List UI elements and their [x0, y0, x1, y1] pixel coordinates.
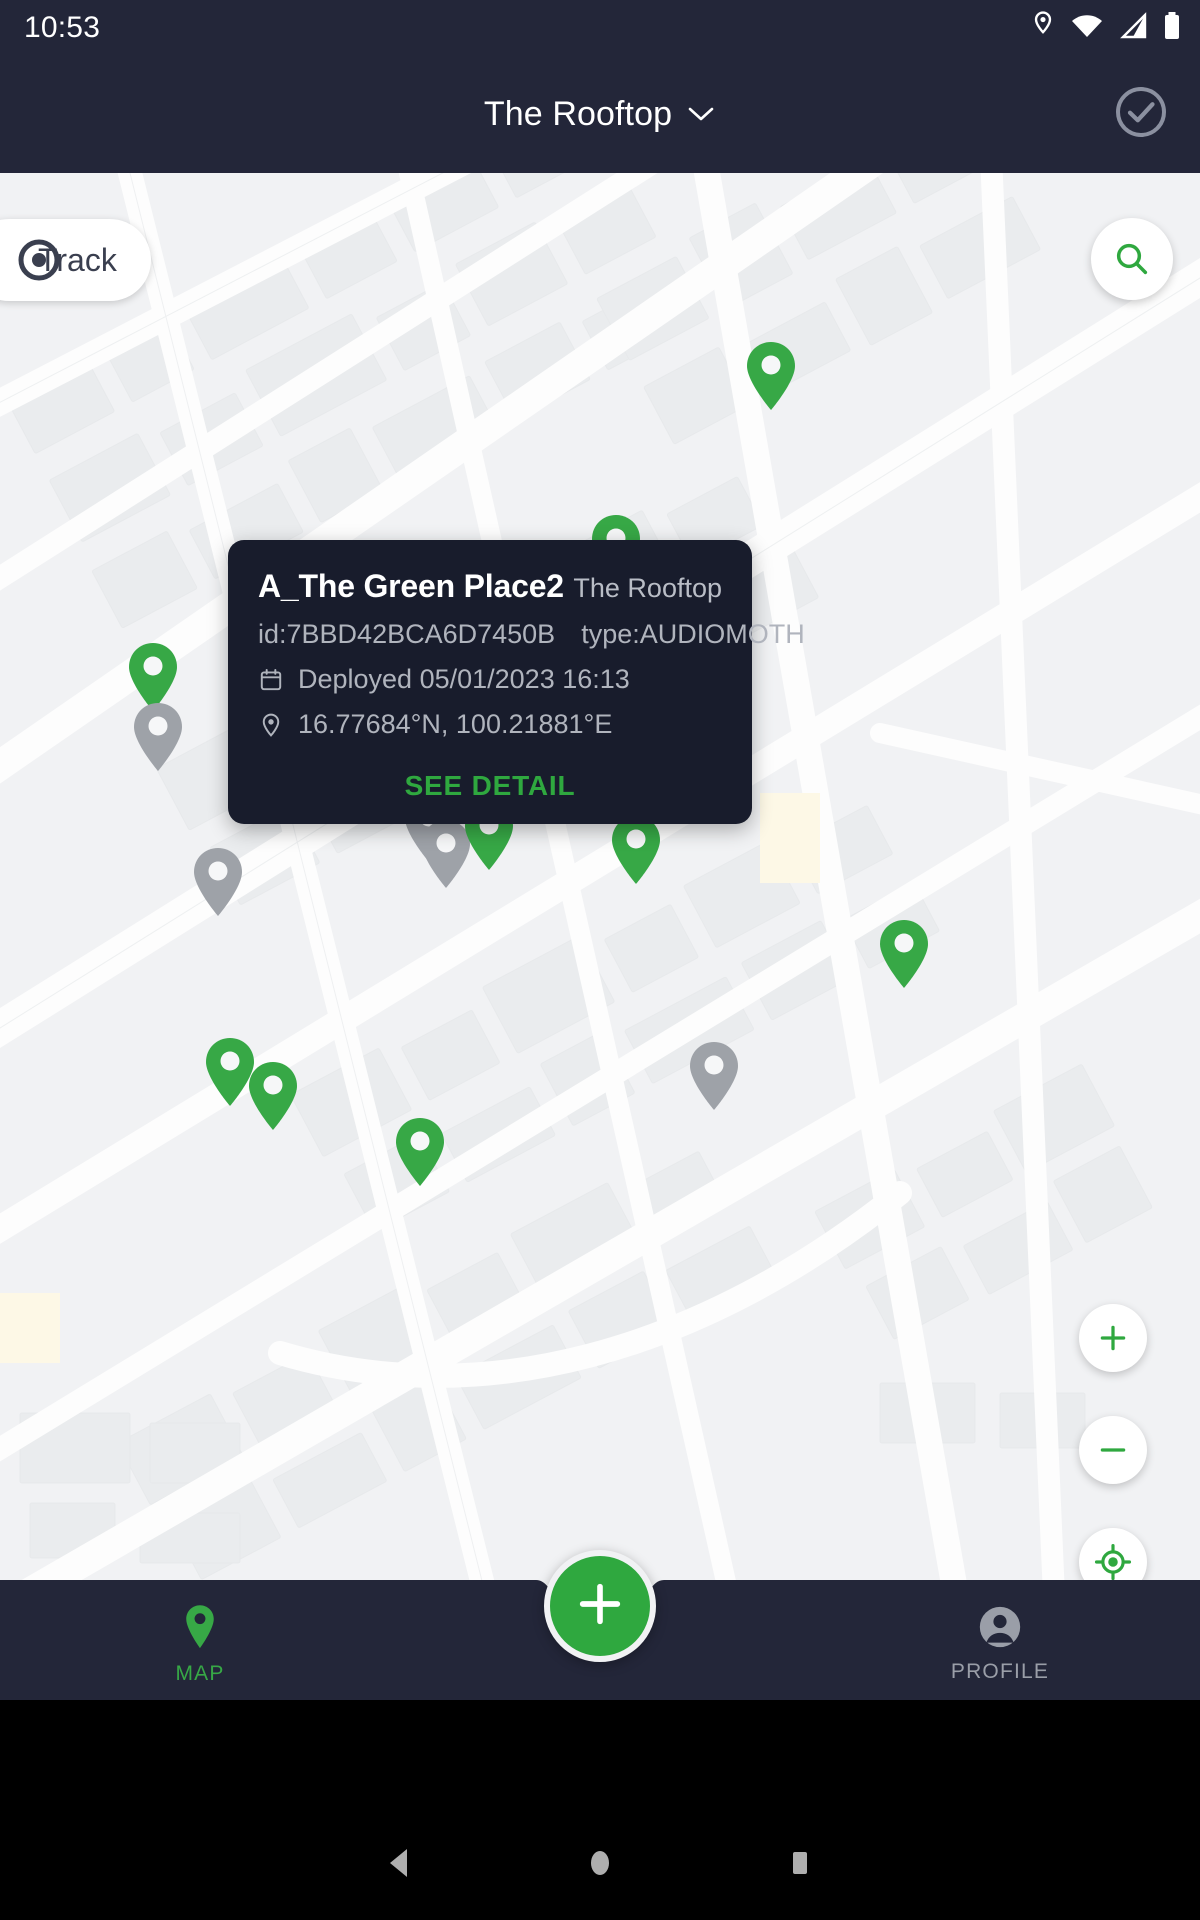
- map-marker[interactable]: [129, 643, 177, 711]
- minus-icon: [1096, 1433, 1130, 1467]
- app-root: Track A_The Green Place2 The Rooftop id:…: [0, 0, 1200, 1920]
- battery-icon: [1162, 11, 1182, 46]
- recents-square-icon: [785, 1846, 815, 1885]
- zoom-out-button[interactable]: [1079, 1416, 1147, 1484]
- cellular-signal-icon: [1118, 11, 1148, 45]
- track-button[interactable]: Track: [0, 219, 151, 301]
- map-pin-icon: [180, 1603, 220, 1656]
- map-marker[interactable]: [690, 1042, 738, 1110]
- home-circle-icon: [585, 1846, 615, 1885]
- confirm-button[interactable]: [1110, 84, 1172, 146]
- location-pin-icon: [1030, 10, 1056, 46]
- location-pin-icon: [258, 712, 284, 738]
- map-marker[interactable]: [422, 820, 470, 888]
- info-card-id: id:7BBD42BCA6D7450B: [258, 619, 556, 649]
- site-selector[interactable]: The Rooftop: [0, 56, 1200, 173]
- app-bar: The Rooftop: [0, 56, 1200, 173]
- status-bar-icons: [1030, 10, 1182, 46]
- my-location-icon: [1094, 1543, 1132, 1581]
- status-bar: 10:53: [0, 0, 1200, 56]
- nav-label-map: MAP: [175, 1661, 225, 1685]
- zoom-in-button[interactable]: [1079, 1304, 1147, 1372]
- chevron-down-icon: [686, 104, 716, 129]
- bottom-navigation: MAP PROFILE: [0, 1550, 1200, 1700]
- marker-info-card[interactable]: A_The Green Place2 The Rooftop id:7BBD42…: [228, 540, 805, 824]
- map-marker[interactable]: [134, 703, 182, 771]
- search-button[interactable]: [1091, 218, 1173, 300]
- map-marker[interactable]: [249, 1062, 297, 1130]
- record-target-icon: [16, 237, 62, 283]
- status-bar-clock: 10:53: [24, 11, 101, 44]
- see-detail-row: SEE DETAIL: [258, 770, 722, 802]
- android-home-button[interactable]: [500, 1810, 700, 1920]
- plus-icon: [574, 1578, 626, 1635]
- info-card-ids: id:7BBD42BCA6D7450B type:AUDIOMOTH: [258, 619, 805, 650]
- page-title: The Rooftop: [483, 95, 673, 133]
- nav-item-profile[interactable]: PROFILE: [800, 1597, 1200, 1684]
- info-card-site: The Rooftop: [573, 573, 722, 603]
- search-icon: [1112, 239, 1152, 279]
- info-card-header: A_The Green Place2 The Rooftop: [258, 568, 722, 605]
- info-card-coordinates-row: 16.77684°N, 100.21881°E: [258, 709, 722, 740]
- map-marker[interactable]: [396, 1118, 444, 1186]
- map-markers[interactable]: [0, 173, 1200, 1700]
- person-icon: [978, 1605, 1022, 1654]
- android-navigation-bar: [0, 1810, 1200, 1920]
- info-card-title: A_The Green Place2: [258, 568, 564, 604]
- android-back-button[interactable]: [300, 1810, 500, 1920]
- add-deployment-button[interactable]: [544, 1550, 656, 1662]
- map-canvas[interactable]: Track A_The Green Place2 The Rooftop id:…: [0, 173, 1200, 1700]
- map-marker[interactable]: [206, 1038, 254, 1106]
- info-card-coordinates: 16.77684°N, 100.21881°E: [298, 709, 613, 739]
- see-detail-button[interactable]: SEE DETAIL: [405, 770, 576, 802]
- info-card-deployed: Deployed 05/01/2023 16:13: [298, 664, 630, 694]
- calendar-icon: [258, 667, 284, 693]
- map-marker[interactable]: [747, 342, 795, 410]
- map-marker[interactable]: [194, 848, 242, 916]
- plus-icon: [1096, 1321, 1130, 1355]
- info-card-deployed-row: Deployed 05/01/2023 16:13: [258, 664, 722, 695]
- wifi-icon: [1070, 12, 1104, 45]
- info-card-type: type:AUDIOMOTH: [581, 619, 805, 649]
- android-recents-button[interactable]: [700, 1810, 900, 1920]
- nav-item-map[interactable]: MAP: [0, 1595, 400, 1686]
- map-marker[interactable]: [612, 816, 660, 884]
- check-circle-icon: [1111, 82, 1171, 147]
- back-triangle-icon: [385, 1846, 415, 1885]
- nav-label-profile: PROFILE: [950, 1659, 1050, 1683]
- map-marker[interactable]: [880, 920, 928, 988]
